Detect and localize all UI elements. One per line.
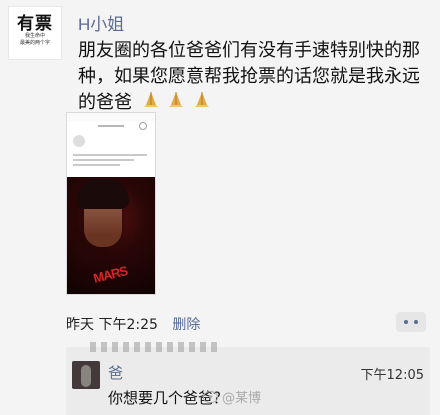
praying-hands-icon	[167, 90, 185, 108]
thumb-title-bar	[98, 125, 124, 127]
poster-hair	[77, 179, 129, 209]
comment-time: 下午12:05	[360, 368, 424, 383]
avatar-small-text-line-2: 最美的两个字	[19, 40, 50, 46]
post-text: 朋友圈的各位爸爸们有没有手速特别快的那种，如果您愿意帮我抢票的话您就是我永远的爸…	[78, 40, 420, 113]
post-time: 昨天 下午2:25	[66, 317, 158, 333]
delete-button[interactable]: 删除	[172, 317, 200, 333]
post-image[interactable]: MARS	[66, 112, 156, 295]
post-meta: 昨天 下午2:25 删除	[66, 314, 200, 334]
thumb-more-icon	[139, 122, 147, 130]
moments-post-screen: 有票 我生命中 最美的两个字 H小姐 朋友圈的各位爸爸们有没有手速特别快的那种，…	[0, 0, 440, 415]
concert-poster: MARS	[67, 177, 155, 294]
more-options-button[interactable]	[396, 312, 426, 332]
praying-hands-icon	[193, 90, 211, 108]
praying-hands-icon	[142, 90, 160, 108]
poster-title: MARS	[91, 263, 129, 286]
phone-status-bar	[67, 113, 155, 121]
thumb-top-bar	[75, 122, 147, 130]
watermark: @某博	[203, 387, 261, 406]
avatar-small-text-line-1: 我生命中	[24, 33, 45, 39]
commenter-avatar[interactable]	[72, 361, 100, 389]
thumb-text-lines	[73, 151, 147, 175]
avatar-main-text: 有票	[17, 14, 53, 34]
author-name[interactable]: H小姐	[78, 10, 124, 35]
weibo-icon	[203, 390, 218, 403]
cropped-previous-comment	[90, 342, 220, 352]
avatar[interactable]: 有票 我生命中 最美的两个字	[8, 6, 62, 60]
more-dots-icon	[404, 320, 418, 324]
post-content: 朋友圈的各位爸爸们有没有手速特别快的那种，如果您愿意帮我抢票的话您就是我永远的爸…	[78, 38, 423, 116]
watermark-text: @某博	[222, 391, 262, 406]
commenter-name[interactable]: 爸	[108, 362, 123, 383]
thumb-avatar	[73, 135, 85, 147]
commenter-avatar-figure	[81, 365, 91, 387]
